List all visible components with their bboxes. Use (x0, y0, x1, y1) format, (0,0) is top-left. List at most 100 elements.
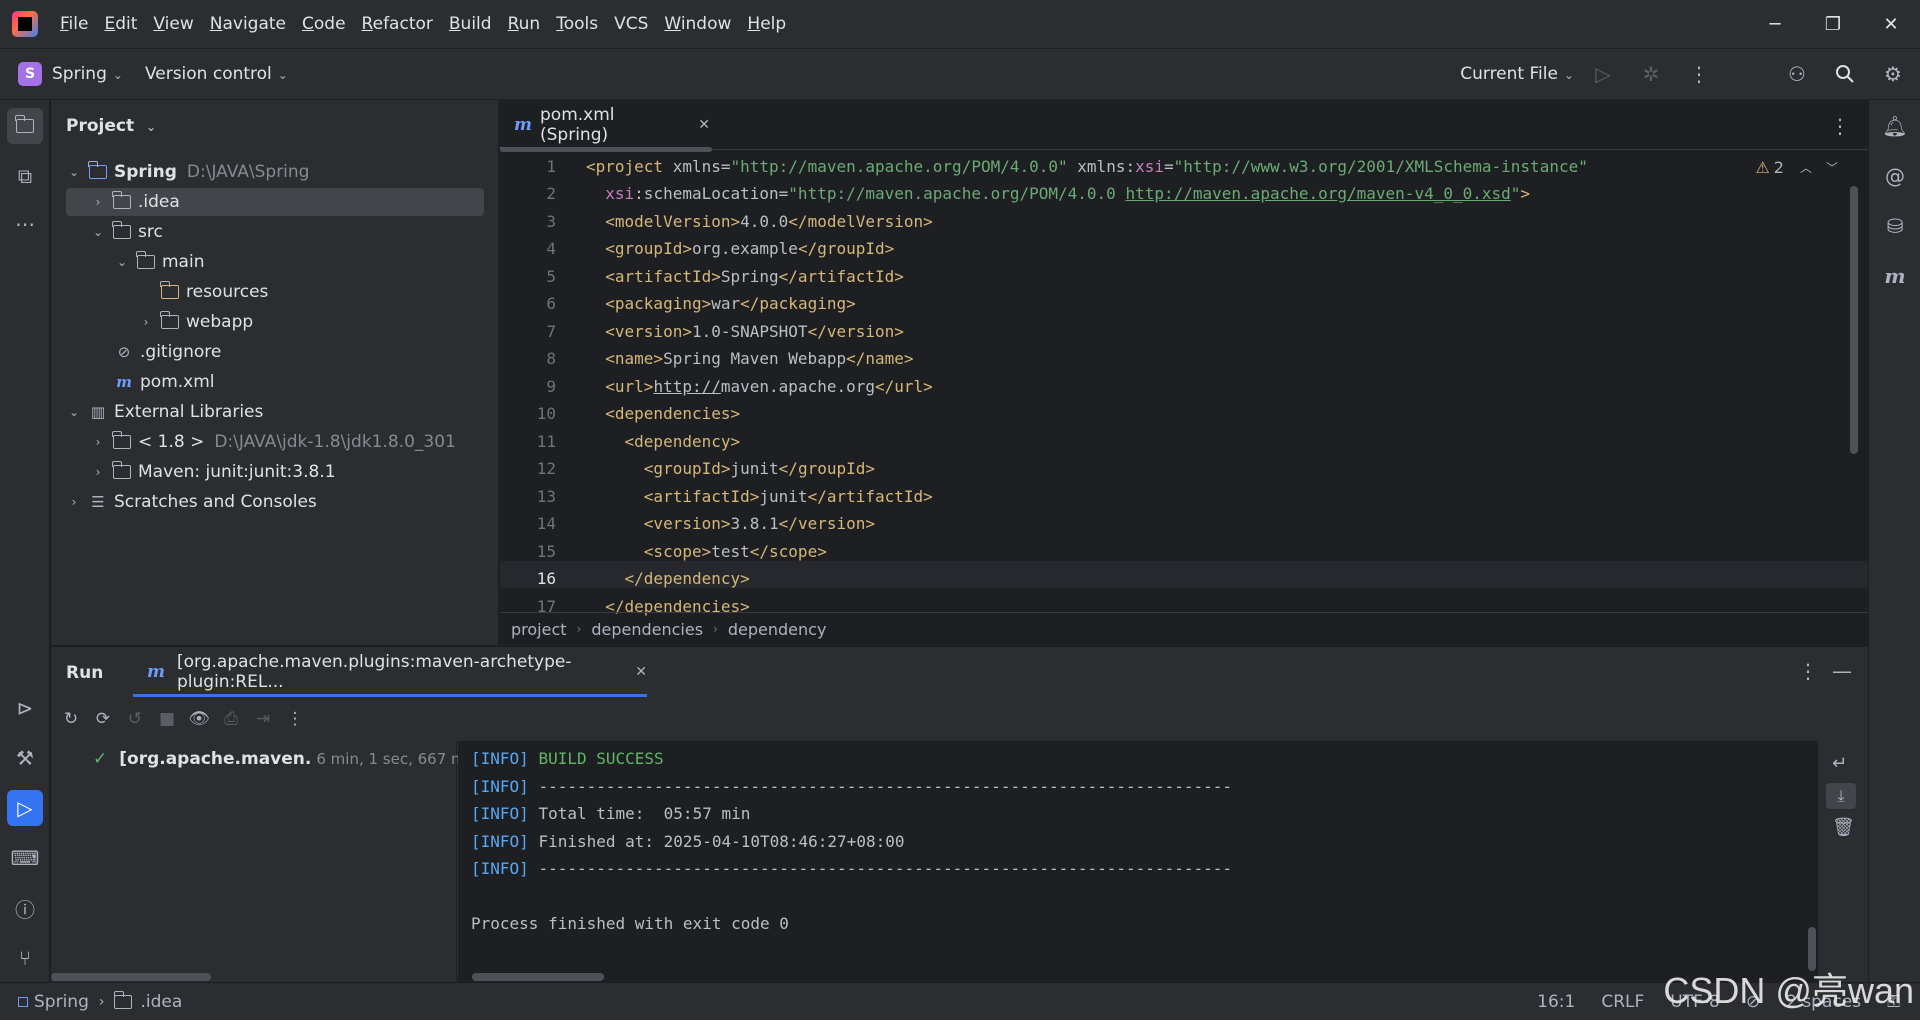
more-vertical-icon[interactable]: ⋮ (1680, 58, 1718, 90)
menu-window[interactable]: Window (664, 14, 731, 34)
search-icon[interactable] (1826, 58, 1864, 90)
tree-item-webapp[interactable]: › webapp (138, 308, 253, 336)
menu-edit[interactable]: Edit (104, 14, 137, 34)
status-breadcrumb-project[interactable]: Spring (34, 992, 89, 1012)
menu-view[interactable]: View (153, 14, 193, 34)
version-control-selector[interactable]: Version control ⌄ (145, 64, 288, 84)
run-tree-item[interactable]: ✓ [org.apache.maven. 6 min, 1 sec, 667 m… (93, 749, 473, 769)
close-window-button[interactable]: ✕ (1862, 14, 1920, 35)
chevron-down-icon[interactable]: ⌄ (114, 255, 130, 269)
editor-vertical-scrollbar[interactable] (1850, 186, 1858, 454)
menu-vcs[interactable]: VCS (614, 14, 648, 34)
line-separator[interactable]: CRLF (1601, 992, 1644, 1012)
menu-code[interactable]: Code (302, 14, 346, 34)
close-tab-icon[interactable]: ✕ (698, 117, 710, 133)
tree-item-pom[interactable]: m pom.xml (114, 368, 214, 396)
more-vertical-icon[interactable]: ⋮ (1798, 659, 1818, 683)
rerun-disabled-icon[interactable]: ↺ (119, 704, 151, 734)
soft-wrap-icon[interactable]: ↵ (1832, 753, 1847, 774)
folder-icon (113, 990, 133, 1012)
chevron-right-icon[interactable]: › (90, 195, 106, 209)
menu-tools[interactable]: Tools (556, 14, 598, 34)
project-folder-icon[interactable] (7, 108, 43, 144)
editor-tab-scrollbar[interactable] (500, 147, 712, 152)
chevron-right-icon[interactable]: › (90, 435, 106, 449)
tab-pom-xml[interactable]: m pom.xml (Spring) ✕ (500, 100, 710, 150)
project-panel-title[interactable]: Project ⌄ (66, 116, 156, 136)
build-hammer-icon[interactable]: ⚒ (7, 740, 43, 776)
chevron-right-icon[interactable]: › (66, 495, 82, 509)
code-line: <groupId>junit</groupId> (643, 459, 875, 478)
run-icon[interactable]: ▷ (1584, 58, 1622, 90)
structure-icon[interactable]: ⧉ (7, 158, 43, 194)
more-vertical-icon[interactable]: ⋮ (279, 704, 311, 734)
tree-item-jdk[interactable]: › < 1.8 > D:\JAVA\jdk-1.8\jdk1.8.0_301 (90, 428, 456, 456)
more-horizontal-icon[interactable]: ⋯ (7, 206, 43, 242)
menu-build[interactable]: Build (449, 14, 492, 34)
tree-item-external-libraries[interactable]: ⌄ ▥ External Libraries (66, 398, 263, 426)
view-eye-icon[interactable]: 👁︎ (183, 704, 215, 734)
add-user-icon[interactable]: ⚇ (1778, 58, 1816, 90)
run-tab-maven[interactable]: m [org.apache.maven.plugins:maven-archet… (133, 647, 647, 697)
breadcrumb-dependencies[interactable]: dependencies (591, 620, 703, 639)
minimize-button[interactable]: ─ (1746, 14, 1804, 35)
tree-item-junit[interactable]: › Maven: junit:junit:3.8.1 (90, 458, 336, 486)
tree-item-idea[interactable]: › .idea (66, 188, 484, 216)
notifications-bell-icon[interactable]: 🔔︎ (1877, 108, 1913, 144)
console-output[interactable]: [INFO] BUILD SUCCESS [INFO] ------------… (458, 741, 1818, 983)
restore-button[interactable]: ❐ (1804, 14, 1862, 35)
more-vertical-icon[interactable]: ⋮ (1830, 114, 1850, 138)
menu-navigate[interactable]: Navigate (210, 14, 286, 34)
rerun-failed-icon[interactable]: ⟳ (87, 704, 119, 734)
run-panel-title[interactable]: Run (66, 663, 103, 683)
tree-item-gitignore[interactable]: ⊘ .gitignore (114, 338, 222, 366)
caret-position[interactable]: 16:1 (1537, 992, 1575, 1012)
export-icon[interactable]: ⇥ (247, 704, 279, 734)
terminal-icon[interactable]: ⌨ (7, 840, 43, 876)
breadcrumb-project[interactable]: project (511, 620, 567, 639)
chevron-down-icon[interactable]: ⌄ (66, 405, 82, 419)
run-tool-icon[interactable]: ▷ (7, 790, 43, 826)
chevron-down-icon[interactable]: ⌄ (66, 165, 82, 179)
inspection-widget[interactable]: ⚠ 2 ︿ ﹀ (1755, 158, 1838, 177)
settings-gear-icon[interactable]: ⚙ (1874, 58, 1912, 90)
stop-icon[interactable]: ■ (151, 704, 183, 734)
console-line: [INFO] BUILD SUCCESS (471, 749, 664, 768)
tree-item-scratches[interactable]: › ☰ Scratches and Consoles (66, 488, 317, 516)
camera-icon[interactable]: ⎙ (215, 704, 247, 734)
ai-assistant-icon[interactable]: @ (1877, 158, 1913, 194)
rerun-icon[interactable]: ↻ (55, 704, 87, 734)
status-breadcrumb-folder[interactable]: .idea (140, 992, 182, 1012)
intellij-logo-icon[interactable] (12, 11, 38, 37)
chevron-right-icon[interactable]: › (90, 465, 106, 479)
tree-item-resources[interactable]: resources (160, 278, 268, 306)
breadcrumb-dependency[interactable]: dependency (728, 620, 827, 639)
scroll-to-end-icon[interactable]: ⤓ (1826, 783, 1856, 809)
debug-icon[interactable]: ✲ (1632, 58, 1670, 90)
clear-trash-icon[interactable]: 🗑︎ (1832, 817, 1855, 838)
services-icon[interactable]: ⊳ (7, 690, 43, 726)
minimize-panel-icon[interactable]: — (1832, 659, 1852, 683)
tree-item-main[interactable]: ⌄ main (114, 248, 204, 276)
close-tab-icon[interactable]: ✕ (635, 664, 647, 680)
menu-file[interactable]: File (60, 14, 88, 34)
git-branch-icon[interactable]: ⑂ (7, 940, 43, 976)
tree-item-spring[interactable]: ⌄ Spring D:\JAVA\Spring (66, 158, 309, 186)
project-selector[interactable]: Spring ⌄ (52, 64, 123, 84)
menu-refactor[interactable]: Refactor (362, 14, 433, 34)
folder-icon (112, 221, 132, 241)
maven-icon[interactable]: m (1877, 258, 1913, 294)
menu-run[interactable]: Run (508, 14, 541, 34)
problems-icon[interactable]: ⓘ (7, 890, 43, 926)
chevron-down-icon[interactable]: ⌄ (90, 225, 106, 239)
code-text-area[interactable]: <project xmlns="http://maven.apache.org/… (586, 150, 1786, 616)
chevron-down-icon[interactable]: ﹀ (1826, 159, 1838, 176)
chevron-right-icon[interactable]: › (138, 315, 154, 329)
console-horizontal-scrollbar[interactable] (472, 973, 604, 981)
menu-help[interactable]: Help (747, 14, 786, 34)
run-tree-horizontal-scrollbar[interactable] (51, 973, 211, 981)
database-icon[interactable]: ⛁ (1877, 208, 1913, 244)
run-config-selector[interactable]: Current File ⌄ (1460, 64, 1574, 84)
tree-item-src[interactable]: ⌄ src (90, 218, 163, 246)
chevron-up-icon[interactable]: ︿ (1800, 159, 1812, 176)
